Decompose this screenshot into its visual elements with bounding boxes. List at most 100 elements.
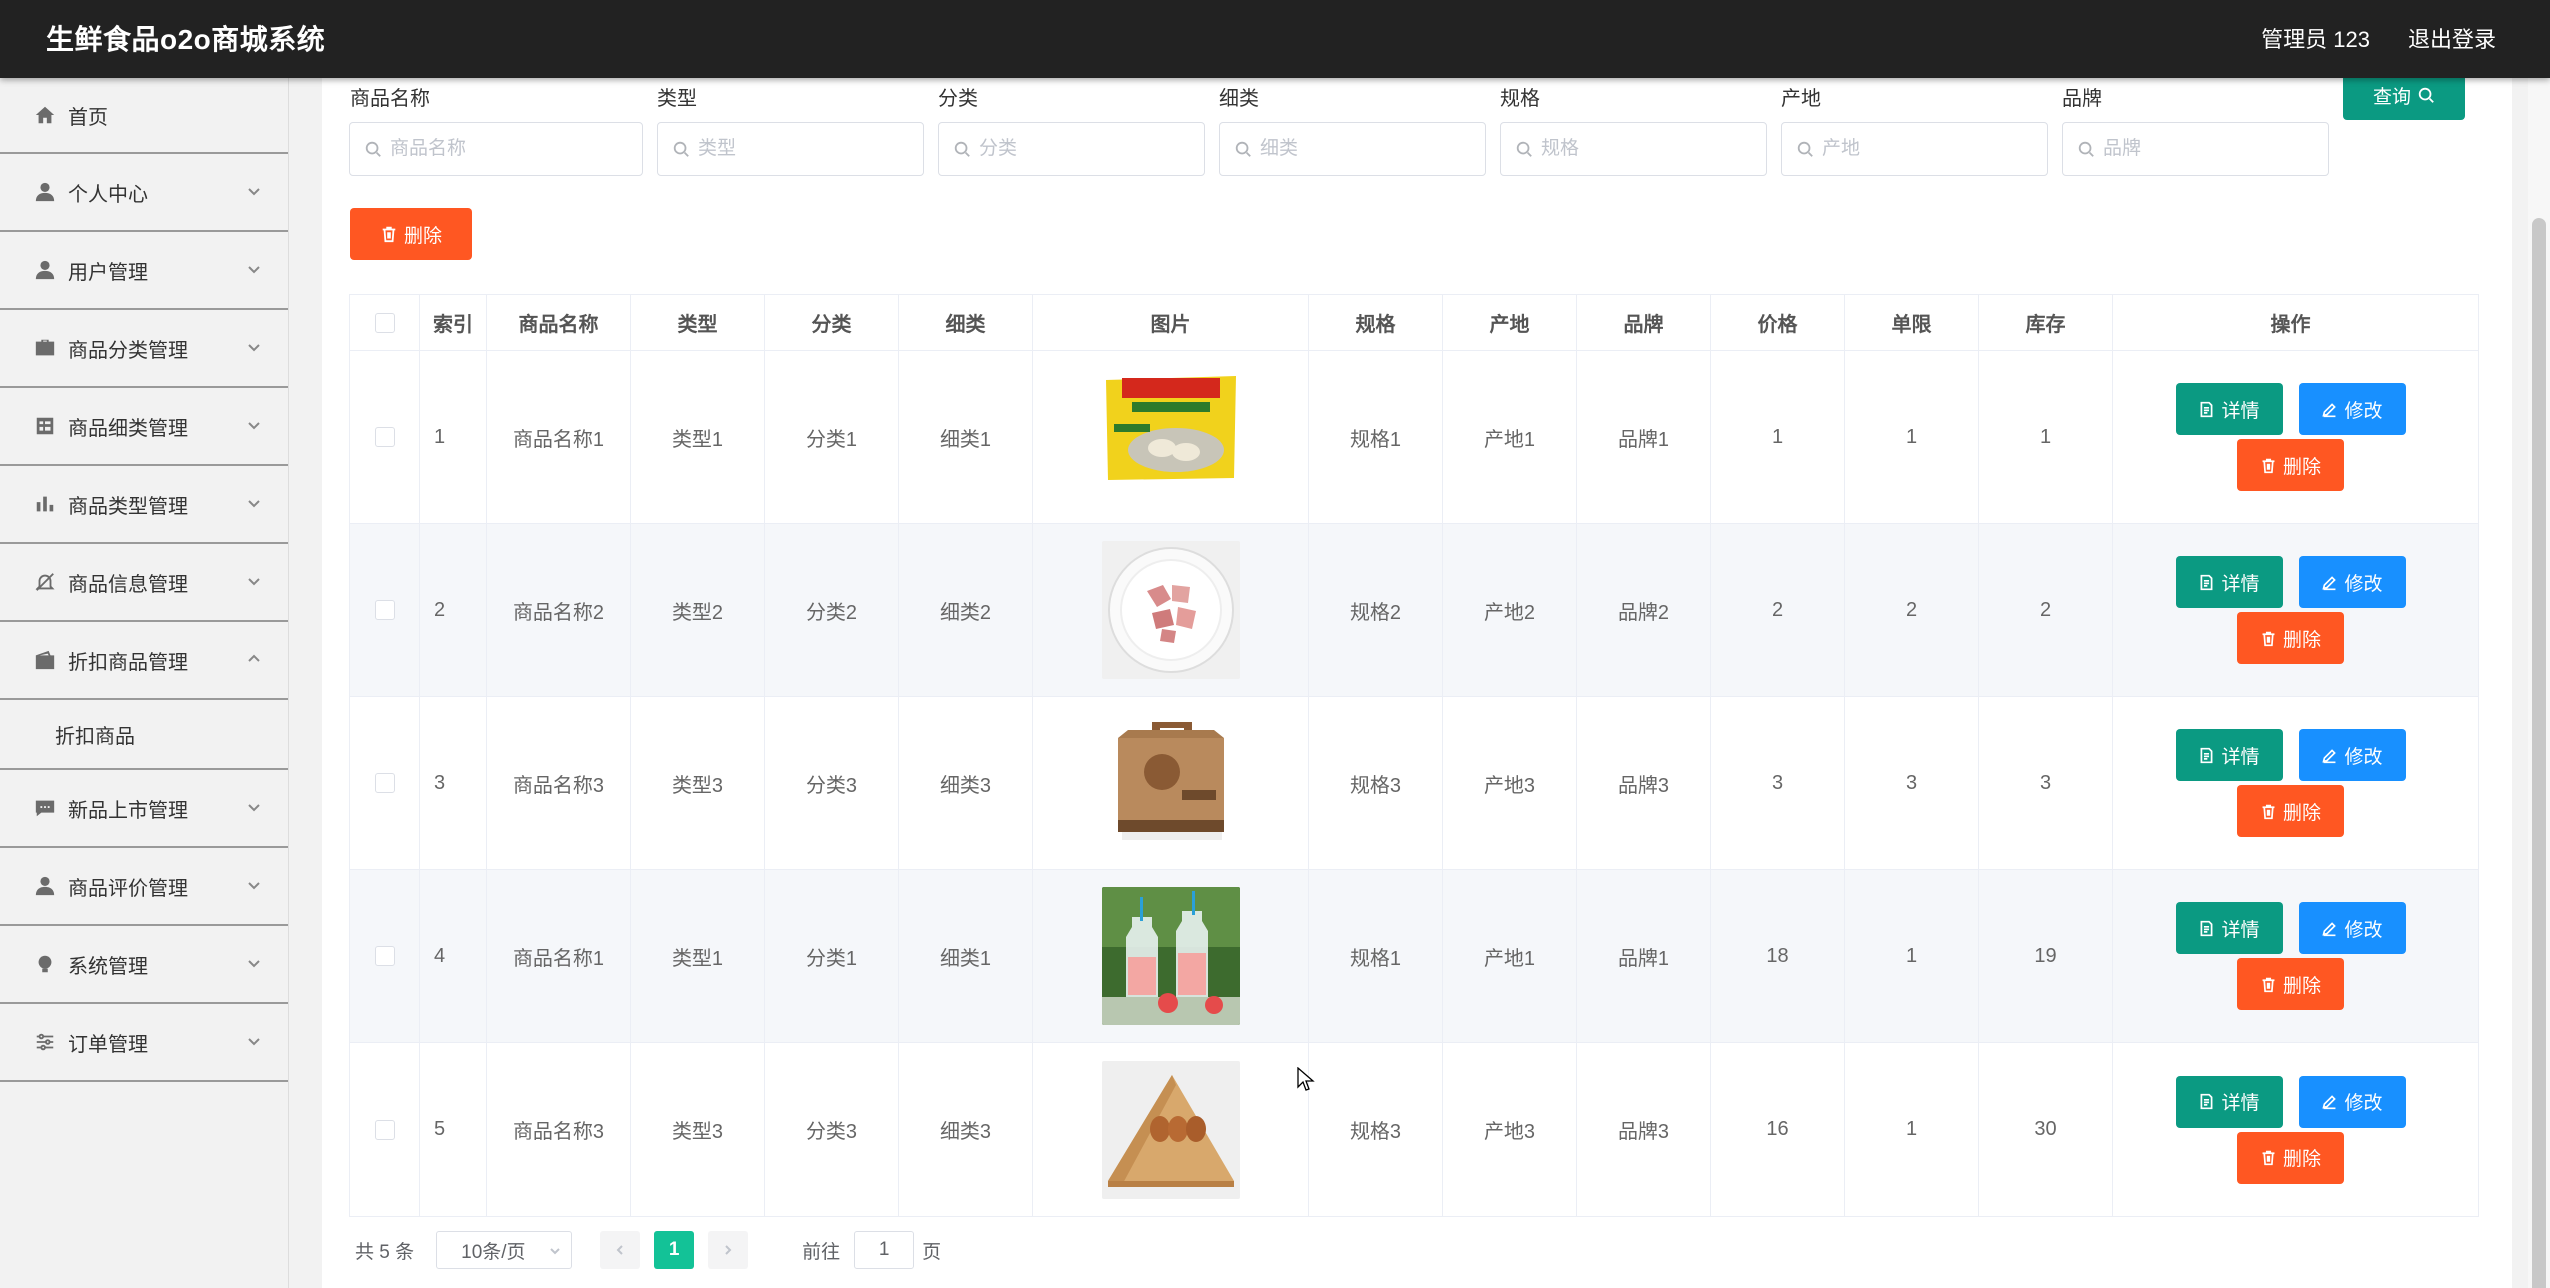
cell-price: 16: [1711, 1043, 1845, 1216]
cell-name: 商品名称3: [487, 1043, 631, 1216]
delete-button[interactable]: 删除: [2237, 1131, 2344, 1184]
sidebar-item-system[interactable]: 系统管理: [0, 926, 288, 1004]
filter-origin-input[interactable]: [1822, 138, 2022, 160]
edit-button[interactable]: 修改: [2298, 902, 2406, 954]
select-all-checkbox[interactable]: [374, 312, 395, 333]
row-actions: 详情 修改 删除: [2175, 729, 2406, 837]
detail-button[interactable]: 详情: [2175, 556, 2283, 608]
product-image-meat-plate[interactable]: [1101, 541, 1240, 679]
sidebar-item-new-arrivals[interactable]: 新品上市管理: [0, 770, 288, 848]
edit-button[interactable]: 修改: [2298, 383, 2406, 435]
filter-name-field[interactable]: [349, 122, 643, 176]
page-size-select[interactable]: 10条/页: [436, 1231, 573, 1269]
top-bar: 生鲜食品o2o商城系统 管理员 123 退出登录: [0, 0, 2550, 78]
filter-category-field[interactable]: [938, 122, 1205, 176]
filter-brand-field[interactable]: [2062, 122, 2329, 176]
sidebar-item-user-management[interactable]: 用户管理: [0, 232, 288, 310]
edit-button[interactable]: 修改: [2298, 1075, 2406, 1128]
delete-button[interactable]: 删除: [2237, 439, 2344, 491]
cell-origin: 产地1: [1443, 351, 1577, 523]
cell-stock: 19: [1979, 870, 2113, 1042]
row-checkbox[interactable]: [374, 773, 395, 793]
sidebar-item-personal-center[interactable]: 个人中心: [0, 154, 288, 232]
sidebar-item-label: 商品类型管理: [68, 495, 188, 518]
row-checkbox[interactable]: [374, 946, 395, 966]
row-select-cell[interactable]: [350, 697, 420, 869]
product-image-drink-bottles[interactable]: [1101, 887, 1240, 1025]
sidebar-item-reviews[interactable]: 商品评价管理: [0, 848, 288, 926]
row-select-cell[interactable]: [350, 1043, 420, 1216]
user-icon: [34, 875, 56, 897]
prev-page-button[interactable]: [600, 1231, 641, 1269]
detail-button[interactable]: 详情: [2175, 902, 2283, 954]
chevron-down-icon: [246, 260, 262, 276]
cell-brand: 品牌3: [1577, 1043, 1711, 1216]
header-select-all[interactable]: [350, 295, 420, 350]
sidebar-item-discount-management[interactable]: 折扣商品管理: [0, 622, 288, 700]
filter-brand-input[interactable]: [2103, 138, 2303, 160]
row-actions-top: 详情 修改: [2175, 383, 2406, 435]
logout-link[interactable]: 退出登录: [2408, 22, 2496, 54]
edit-button[interactable]: 修改: [2298, 556, 2406, 608]
cell-category: 分类3: [765, 1043, 899, 1216]
chevron-down-icon: [246, 1032, 262, 1048]
cell-brand: 品牌3: [1577, 697, 1711, 869]
cell-limit: 1: [1845, 1043, 1979, 1216]
goto-page-input[interactable]: [854, 1231, 915, 1269]
scrollbar-thumb[interactable]: [2532, 218, 2546, 1288]
row-actions: 详情 修改 删除: [2175, 556, 2406, 664]
total-count: 共 5 条: [355, 1241, 415, 1263]
detail-button[interactable]: 详情: [2175, 729, 2283, 781]
next-page-button[interactable]: [708, 1231, 749, 1269]
product-image-gift-box[interactable]: [1101, 714, 1240, 852]
chevron-down-icon: [246, 182, 262, 198]
table-row: 4 商品名称1 类型1 分类1 细类1 规格1 产地1 品牌1 18 1 19 …: [350, 870, 2478, 1043]
trash-icon: [2262, 977, 2275, 992]
sidebar-item-orders[interactable]: 订单管理: [0, 1004, 288, 1082]
detail-button[interactable]: 详情: [2175, 383, 2283, 435]
sidebar-item-home[interactable]: 首页: [0, 78, 288, 154]
document-icon: [2201, 747, 2213, 763]
sidebar-item-category-management[interactable]: 商品分类管理: [0, 310, 288, 388]
cell-price: 2: [1711, 524, 1845, 696]
filter-type-input[interactable]: [698, 138, 898, 160]
row-checkbox[interactable]: [374, 1119, 395, 1140]
sidebar-item-subcategory-management[interactable]: 商品细类管理: [0, 388, 288, 466]
cell-subcategory: 细类2: [899, 524, 1033, 696]
header-index: 索引: [420, 295, 487, 350]
page-number-current[interactable]: 1: [654, 1231, 695, 1269]
product-image-dumpling-package[interactable]: [1101, 368, 1240, 506]
filter-spec-input[interactable]: [1541, 138, 1741, 160]
cell-origin: 产地3: [1443, 1043, 1577, 1216]
delete-button[interactable]: 删除: [2237, 785, 2344, 837]
chevron-up-icon: [246, 650, 262, 666]
row-actions-top: 详情 修改: [2175, 556, 2406, 608]
filter-origin-field[interactable]: [1781, 122, 2048, 176]
row-checkbox[interactable]: [374, 600, 395, 620]
row-checkbox[interactable]: [374, 427, 395, 447]
edit-button[interactable]: 修改: [2298, 729, 2406, 781]
detail-button[interactable]: 详情: [2175, 1075, 2283, 1128]
row-select-cell[interactable]: [350, 870, 420, 1042]
sidebar-item-product-info[interactable]: 商品信息管理: [0, 544, 288, 622]
delete-button[interactable]: 删除: [2237, 958, 2344, 1010]
cell-category: 分类3: [765, 697, 899, 869]
row-select-cell[interactable]: [350, 524, 420, 696]
filter-type-field[interactable]: [657, 122, 924, 176]
scrollbar[interactable]: [2528, 78, 2550, 1288]
product-image-egg-box[interactable]: [1101, 1060, 1240, 1199]
delete-label: 删除: [2282, 456, 2321, 478]
filter-subcategory-input[interactable]: [1260, 138, 1460, 160]
sidebar-subitem-discount-products[interactable]: 折扣商品: [0, 700, 288, 770]
sidebar-item-type-management[interactable]: 商品类型管理: [0, 466, 288, 544]
delete-button[interactable]: 删除: [2237, 612, 2344, 664]
chevron-down-icon: [246, 798, 262, 814]
filter-subcategory-field[interactable]: [1219, 122, 1486, 176]
filter-spec-field[interactable]: [1500, 122, 1767, 176]
filter-category-input[interactable]: [979, 138, 1179, 160]
cell-spec: 规格3: [1309, 1043, 1443, 1216]
filter-name-input[interactable]: [390, 138, 590, 160]
search-icon: [2078, 141, 2094, 157]
batch-delete-button[interactable]: 删除: [350, 208, 472, 260]
row-select-cell[interactable]: [350, 351, 420, 523]
